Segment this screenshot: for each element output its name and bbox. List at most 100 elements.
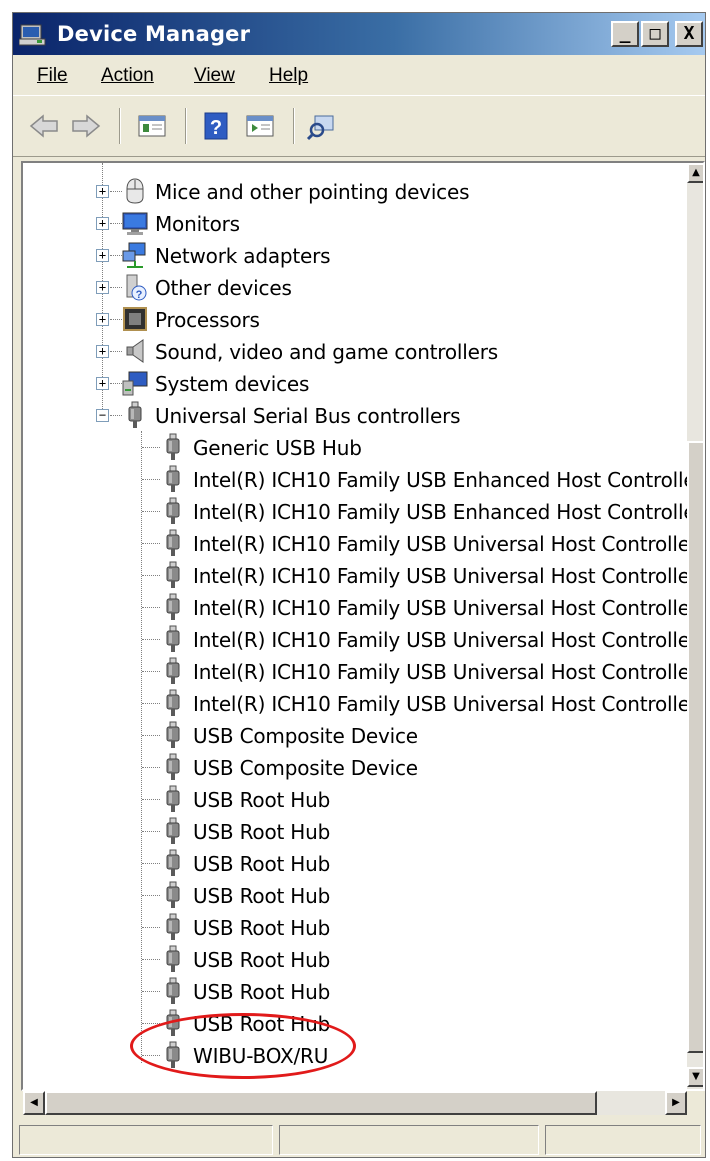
collapse-toggle[interactable]: −	[96, 409, 109, 422]
usb-device-item[interactable]: USB Root Hub	[23, 1007, 683, 1039]
usb-device-label: USB Root Hub	[193, 788, 331, 812]
menu-file-label: File	[37, 65, 68, 86]
horizontal-scroll-thumb[interactable]	[45, 1091, 597, 1115]
scan-hardware-icon[interactable]	[305, 110, 339, 142]
category-usb-controllers[interactable]: − Universal Serial Bus controllers	[23, 399, 683, 431]
usb-device-label: Intel(R) ICH10 Family USB Enhanced Host …	[193, 468, 704, 492]
title-bar[interactable]: Device Manager _ □ X	[13, 13, 705, 55]
usb-icon	[166, 1009, 180, 1036]
toolbar-separator	[293, 108, 295, 144]
status-pane	[545, 1125, 701, 1155]
category-label: Processors	[155, 308, 260, 332]
usb-icon	[166, 945, 180, 972]
back-icon[interactable]	[27, 110, 61, 142]
usb-device-item[interactable]: USB Root Hub	[23, 879, 683, 911]
vertical-scrollbar[interactable]: ▲ ▼	[687, 163, 703, 1089]
speaker-icon	[126, 339, 144, 363]
tree-connector	[142, 543, 160, 544]
category-monitors[interactable]: + Monitors	[23, 207, 683, 239]
menu-file[interactable]: File	[37, 65, 68, 87]
usb-device-item[interactable]: Generic USB Hub	[23, 431, 683, 463]
usb-device-label: Intel(R) ICH10 Family USB Universal Host…	[193, 564, 698, 588]
usb-device-label: Intel(R) ICH10 Family USB Universal Host…	[193, 692, 698, 716]
horizontal-scrollbar[interactable]: ◀ ▶	[23, 1091, 687, 1115]
usb-icon	[166, 497, 180, 524]
scroll-up-button[interactable]: ▲	[687, 163, 703, 183]
usb-device-item[interactable]: USB Composite Device	[23, 751, 683, 783]
expand-toggle[interactable]: +	[96, 313, 109, 326]
usb-device-item[interactable]: Intel(R) ICH10 Family USB Universal Host…	[23, 527, 698, 559]
toolbar: ?	[13, 95, 705, 157]
usb-device-item[interactable]: USB Root Hub	[23, 943, 683, 975]
scroll-left-button[interactable]: ◀	[23, 1091, 45, 1115]
usb-icon	[166, 721, 180, 748]
usb-device-item[interactable]: WIBU-BOX/RU	[23, 1039, 683, 1071]
usb-device-item[interactable]: USB Root Hub	[23, 847, 683, 879]
category-processors[interactable]: + Processors	[23, 303, 683, 335]
usb-device-item[interactable]: USB Root Hub	[23, 975, 683, 1007]
window-title: Device Manager	[57, 22, 251, 46]
usb-device-item[interactable]: Intel(R) ICH10 Family USB Universal Host…	[23, 623, 698, 655]
menu-help[interactable]: Help	[269, 65, 308, 87]
usb-device-item[interactable]: USB Composite Device	[23, 719, 683, 751]
usb-device-item[interactable]: USB Root Hub	[23, 783, 683, 815]
tree-connector	[142, 831, 160, 832]
update-driver-icon[interactable]	[243, 110, 277, 142]
tree-connector	[142, 671, 160, 672]
menu-action[interactable]: Action	[101, 65, 154, 87]
maximize-button[interactable]: □	[641, 21, 669, 47]
usb-device-item[interactable]: Intel(R) ICH10 Family USB Enhanced Host …	[23, 463, 703, 495]
usb-device-label: USB Root Hub	[193, 916, 331, 940]
tree-connector	[142, 703, 160, 704]
category-network-adapters[interactable]: + Network adapters	[23, 239, 683, 271]
expand-toggle[interactable]: +	[96, 345, 109, 358]
usb-device-item[interactable]: Intel(R) ICH10 Family USB Universal Host…	[23, 559, 698, 591]
device-tree: + Mice and other pointing devices + Moni…	[23, 163, 703, 1089]
device-tree-view[interactable]: + Mice and other pointing devices + Moni…	[21, 161, 705, 1091]
usb-device-item[interactable]: Intel(R) ICH10 Family USB Universal Host…	[23, 591, 698, 623]
usb-icon	[166, 785, 180, 812]
device-manager-window: Device Manager _ □ X File Action View He…	[12, 12, 706, 1158]
properties-icon[interactable]	[135, 110, 169, 142]
tree-connector	[142, 991, 160, 992]
scroll-down-button[interactable]: ▼	[687, 1067, 703, 1087]
usb-icon	[166, 881, 180, 908]
expand-toggle[interactable]: +	[96, 217, 109, 230]
toolbar-separator	[185, 108, 187, 144]
expand-toggle[interactable]: +	[96, 377, 109, 390]
usb-device-label: USB Root Hub	[193, 820, 331, 844]
category-other-devices[interactable]: + ? Other devices	[23, 271, 683, 303]
expand-toggle[interactable]: +	[96, 185, 109, 198]
category-mice[interactable]: + Mice and other pointing devices	[23, 175, 683, 207]
expand-toggle[interactable]: +	[96, 249, 109, 262]
system-device-icon	[122, 371, 148, 396]
usb-device-item[interactable]: Intel(R) ICH10 Family USB Universal Host…	[23, 687, 698, 719]
help-icon[interactable]: ?	[199, 110, 233, 142]
usb-device-label: Generic USB Hub	[193, 436, 362, 460]
close-button[interactable]: X	[675, 21, 703, 47]
status-pane	[279, 1125, 539, 1155]
tree-connector	[142, 479, 160, 480]
scroll-right-button[interactable]: ▶	[665, 1091, 687, 1115]
minimize-button[interactable]: _	[611, 21, 639, 47]
usb-icon	[166, 593, 180, 620]
category-system-devices[interactable]: + System devices	[23, 367, 683, 399]
toolbar-separator	[119, 108, 121, 144]
usb-icon	[166, 849, 180, 876]
category-sound-video-game[interactable]: + Sound, video and game controllers	[23, 335, 683, 367]
usb-device-label: Intel(R) ICH10 Family USB Universal Host…	[193, 532, 698, 556]
vertical-scroll-thumb[interactable]	[687, 441, 703, 1053]
forward-icon[interactable]	[69, 110, 103, 142]
status-bar	[13, 1121, 705, 1157]
menu-view[interactable]: View	[194, 65, 235, 87]
usb-device-label: USB Root Hub	[193, 852, 331, 876]
category-label: Mice and other pointing devices	[155, 180, 470, 204]
monitor-icon	[122, 212, 148, 235]
usb-device-item[interactable]: USB Root Hub	[23, 911, 683, 943]
usb-device-item[interactable]: Intel(R) ICH10 Family USB Universal Host…	[23, 655, 698, 687]
tree-connector	[142, 767, 160, 768]
expand-toggle[interactable]: +	[96, 281, 109, 294]
usb-device-item[interactable]: USB Root Hub	[23, 815, 683, 847]
usb-device-item[interactable]: Intel(R) ICH10 Family USB Enhanced Host …	[23, 495, 703, 527]
network-adapter-icon	[122, 242, 146, 268]
